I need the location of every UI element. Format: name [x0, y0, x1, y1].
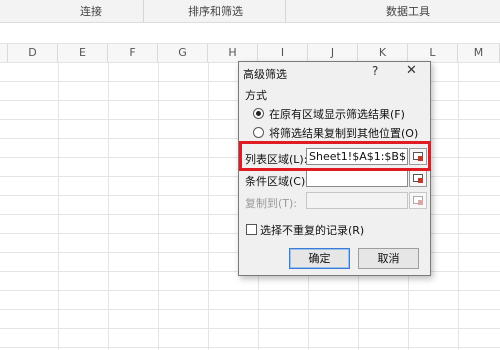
ribbon-group-data-tools[interactable]: 数据工具: [386, 3, 430, 19]
cancel-button[interactable]: 取消: [358, 248, 419, 269]
formula-bar-area: [0, 23, 500, 44]
radio-copy-to-location[interactable]: [253, 127, 264, 138]
range-selector-icon: [409, 192, 427, 209]
copy-to-label: 复制到(T):: [245, 197, 298, 210]
column-header-j[interactable]: J: [308, 44, 358, 62]
column-header-d[interactable]: D: [8, 44, 58, 62]
column-header-i[interactable]: I: [258, 44, 308, 62]
grid-line: [58, 62, 59, 350]
radio-filter-in-place[interactable]: [253, 108, 264, 119]
grid-line: [108, 62, 109, 350]
method-group-label: 方式: [245, 89, 267, 102]
range-selector-icon[interactable]: [409, 170, 427, 187]
option-copy-to-location-label[interactable]: 将筛选结果复制到其他位置(O): [269, 125, 418, 141]
grid-line: [208, 62, 209, 350]
grid-line: [458, 62, 459, 350]
ribbon-separator: [285, 0, 286, 22]
column-header-edge: [0, 44, 8, 62]
column-header-g[interactable]: G: [158, 44, 208, 62]
ok-button[interactable]: 确定: [289, 248, 350, 269]
close-icon[interactable]: ✕: [406, 63, 417, 78]
column-header-h[interactable]: H: [208, 44, 258, 62]
dialog-title: 高级筛选: [243, 68, 287, 81]
help-icon[interactable]: ?: [372, 64, 378, 78]
annotation-highlight-box: [239, 141, 431, 171]
column-header-f[interactable]: F: [108, 44, 158, 62]
ribbon-separator: [143, 0, 144, 22]
column-header-l[interactable]: L: [408, 44, 458, 62]
unique-records-label[interactable]: 选择不重复的记录(R): [260, 222, 364, 238]
ribbon-group-connections[interactable]: 连接: [80, 3, 102, 19]
copy-to-input: [306, 192, 408, 209]
column-header-m[interactable]: M: [458, 44, 500, 62]
criteria-range-label: 条件区域(C):: [245, 175, 309, 188]
option-filter-in-place-label[interactable]: 在原有区域显示筛选结果(F): [269, 106, 405, 122]
ribbon-group-bar: 连接 排序和筛选 数据工具: [0, 0, 500, 23]
criteria-range-input[interactable]: [306, 170, 408, 187]
unique-records-checkbox[interactable]: [246, 224, 257, 235]
grid-line: [158, 62, 159, 350]
column-header-e[interactable]: E: [58, 44, 108, 62]
ribbon-group-sort-filter[interactable]: 排序和筛选: [188, 3, 243, 19]
column-header-k[interactable]: K: [358, 44, 408, 62]
